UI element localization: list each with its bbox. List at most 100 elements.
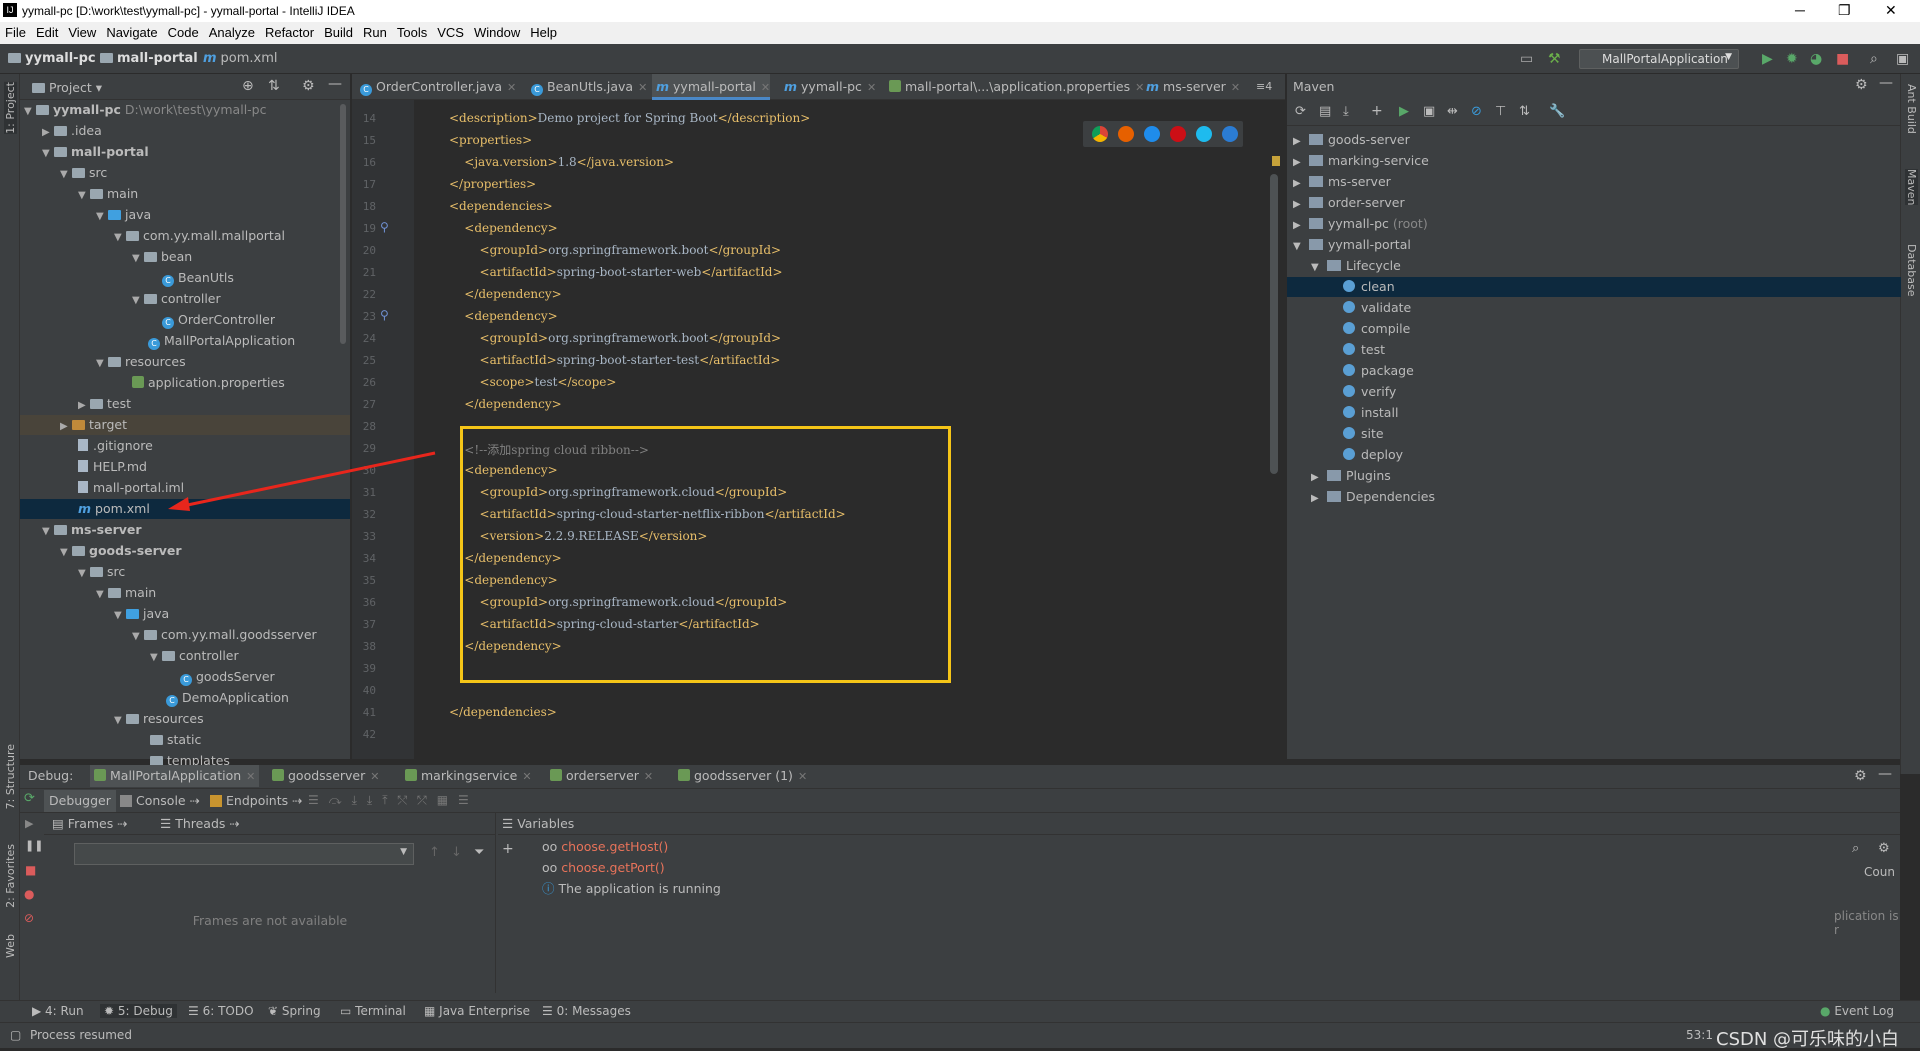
frames-tab[interactable]: ▤ Frames ⇢	[52, 813, 128, 835]
search-icon[interactable]: ⌕	[1870, 51, 1878, 67]
maven-goal[interactable]: deploy	[1343, 445, 1403, 465]
tab-yymall-portal[interactable]: m yymall-portal ✕	[652, 74, 771, 100]
toggle-offline-icon[interactable]: ⇹	[1447, 104, 1458, 119]
tree-item[interactable]: ▼ resources	[96, 352, 186, 372]
tree-item[interactable]: ▼ mall-portal	[42, 142, 149, 162]
view-breakpoints-icon[interactable]: ●	[24, 887, 34, 901]
reload-icon[interactable]: ⟳	[1295, 104, 1306, 119]
close-tab-icon[interactable]: ✕	[507, 81, 516, 94]
tree-item[interactable]: CgoodsServer	[180, 667, 275, 687]
tree-item[interactable]: ▶ .idea	[42, 121, 102, 141]
maven-goal[interactable]: compile	[1343, 319, 1410, 339]
menu-analyze[interactable]: Analyze	[204, 22, 260, 40]
collapse-all-icon[interactable]: ⇅	[1519, 104, 1530, 119]
hide-panel-icon[interactable]: —	[1879, 75, 1893, 91]
tree-item[interactable]: ▶ test	[78, 394, 131, 414]
run-icon[interactable]: ▶	[1399, 104, 1409, 119]
search-icon[interactable]: ⌕	[1852, 841, 1859, 856]
close-tab-icon[interactable]: ✕	[798, 770, 807, 783]
maven-goal[interactable]: verify	[1343, 382, 1396, 402]
close-tab-icon[interactable]: ✕	[644, 770, 653, 783]
maven-goal[interactable]: test	[1343, 340, 1385, 360]
hide-panel-icon[interactable]: —	[1878, 766, 1892, 782]
editor-scrollbar[interactable]	[1270, 174, 1278, 474]
maven-goal[interactable]: site	[1343, 424, 1384, 444]
locate-icon[interactable]: ⊕	[242, 78, 254, 94]
maven-plugins[interactable]: ▶ Plugins	[1311, 466, 1391, 486]
tool-favorites[interactable]: 2: Favorites	[4, 844, 17, 908]
menu-run[interactable]: Run	[358, 22, 392, 40]
tab-application-properties[interactable]: mall-portal\...\application.properties ✕	[885, 74, 1144, 100]
tree-item[interactable]: .gitignore	[78, 436, 153, 456]
project-view-select[interactable]: Project ▾	[32, 80, 102, 95]
tool-todo[interactable]: ☰ 6: TODO	[188, 1004, 254, 1018]
maven-lifecycle[interactable]: ▼ Lifecycle	[1311, 256, 1401, 276]
skip-tests-icon[interactable]: ⊘	[1471, 104, 1482, 119]
tree-item[interactable]: ▼ src	[60, 163, 107, 183]
breadcrumb-file[interactable]: m pom.xml	[203, 51, 278, 66]
tab-order-controller[interactable]: C OrderController.java ✕	[356, 74, 516, 100]
stop-icon[interactable]: ■	[1836, 51, 1849, 67]
more-tabs-button[interactable]: ≡4	[1252, 74, 1272, 100]
thread-select[interactable]: ▼	[74, 843, 414, 865]
show-dependencies-icon[interactable]: ⊤	[1495, 104, 1506, 119]
add-watch-icon[interactable]: +	[502, 841, 514, 857]
tree-item[interactable]: static	[150, 730, 201, 750]
menu-help[interactable]: Help	[525, 22, 562, 40]
gear-icon[interactable]: ⚙	[1854, 768, 1867, 784]
tool-debug[interactable]: ✹ 5: Debug	[100, 1004, 177, 1018]
maven-goal[interactable]: install	[1343, 403, 1398, 423]
tab-console[interactable]: Console ⇢	[120, 790, 200, 812]
close-tab-icon[interactable]: ✕	[638, 81, 647, 94]
close-button[interactable]: ✕	[1885, 2, 1897, 19]
menu-navigate[interactable]: Navigate	[101, 22, 162, 40]
tool-database[interactable]: Database	[1905, 244, 1918, 297]
wrench-icon[interactable]: 🔧	[1549, 104, 1565, 119]
up-arrow-icon[interactable]: ↑	[429, 845, 440, 860]
filter-icon[interactable]: ⏷	[474, 845, 484, 860]
tree-item[interactable]: ▼ java	[114, 604, 169, 624]
tree-item[interactable]: ▼ java	[96, 205, 151, 225]
down-arrow-icon[interactable]: ↓	[451, 845, 462, 860]
maven-dependencies[interactable]: ▶ Dependencies	[1311, 487, 1435, 507]
cursor-position[interactable]: 53:1	[1686, 1028, 1713, 1042]
close-tab-icon[interactable]: ✕	[522, 770, 531, 783]
menu-refactor[interactable]: Refactor	[260, 22, 319, 40]
maven-project[interactable]: ▶ order-server	[1293, 193, 1405, 213]
tool-run[interactable]: ▶ 4: Run	[32, 1004, 84, 1018]
debug-session-tab[interactable]: goodsserver ✕	[272, 765, 379, 787]
tab-ms-server[interactable]: m ms-server ✕	[1142, 74, 1240, 100]
menu-code[interactable]: Code	[163, 22, 204, 40]
tab-debugger[interactable]: Debugger	[44, 790, 116, 812]
maven-project[interactable]: ▶ ms-server	[1293, 172, 1391, 192]
maven-project[interactable]: ▼ yymall-portal	[1293, 235, 1411, 255]
debug-session-tab[interactable]: orderserver ✕	[550, 765, 653, 787]
minimize-button[interactable]: ─	[1795, 2, 1805, 18]
debug-icon[interactable]: ✹	[1786, 51, 1798, 67]
tab-yymall-pc[interactable]: m yymall-pc ✕	[780, 74, 876, 100]
tree-item[interactable]: ▼ yymall-pc D:\work\test\yymall-pc	[24, 100, 266, 120]
maven-project[interactable]: ▶ marking-service	[1293, 151, 1429, 171]
tree-item[interactable]: ▼ controller	[132, 289, 221, 309]
tree-item[interactable]: ▼ main	[78, 184, 138, 204]
tab-endpoints[interactable]: Endpoints ⇢	[210, 790, 303, 812]
menu-view[interactable]: View	[63, 22, 101, 40]
tree-item[interactable]: application.properties	[132, 373, 285, 393]
menu-vcs[interactable]: VCS	[432, 22, 469, 40]
tool-spring[interactable]: ❦ Spring	[268, 1004, 321, 1018]
tree-item[interactable]: ▼ com.yy.mall.goodsserver	[132, 625, 317, 645]
add-icon[interactable]: +	[1371, 103, 1383, 119]
event-log[interactable]: ● Event Log	[1820, 1004, 1894, 1018]
breadcrumb-root[interactable]: yymall-pc	[8, 51, 96, 66]
tree-item[interactable]: ▼ ms-server	[42, 520, 142, 540]
coverage-icon[interactable]: ◕	[1810, 51, 1822, 67]
menu-window[interactable]: Window	[469, 22, 525, 40]
status-square-icon[interactable]: ▢	[10, 1028, 21, 1042]
tool-project[interactable]: 1: Project	[4, 82, 17, 134]
maven-goal[interactable]: validate	[1343, 298, 1411, 318]
run-configuration-select[interactable]: MallPortalApplication ▼	[1579, 49, 1739, 69]
threads-tab[interactable]: ☰ Threads ⇢	[160, 813, 240, 835]
firefox-icon[interactable]	[1118, 126, 1134, 142]
close-tab-icon[interactable]: ✕	[370, 770, 379, 783]
maven-goal-selected[interactable]: clean	[1287, 277, 1901, 297]
